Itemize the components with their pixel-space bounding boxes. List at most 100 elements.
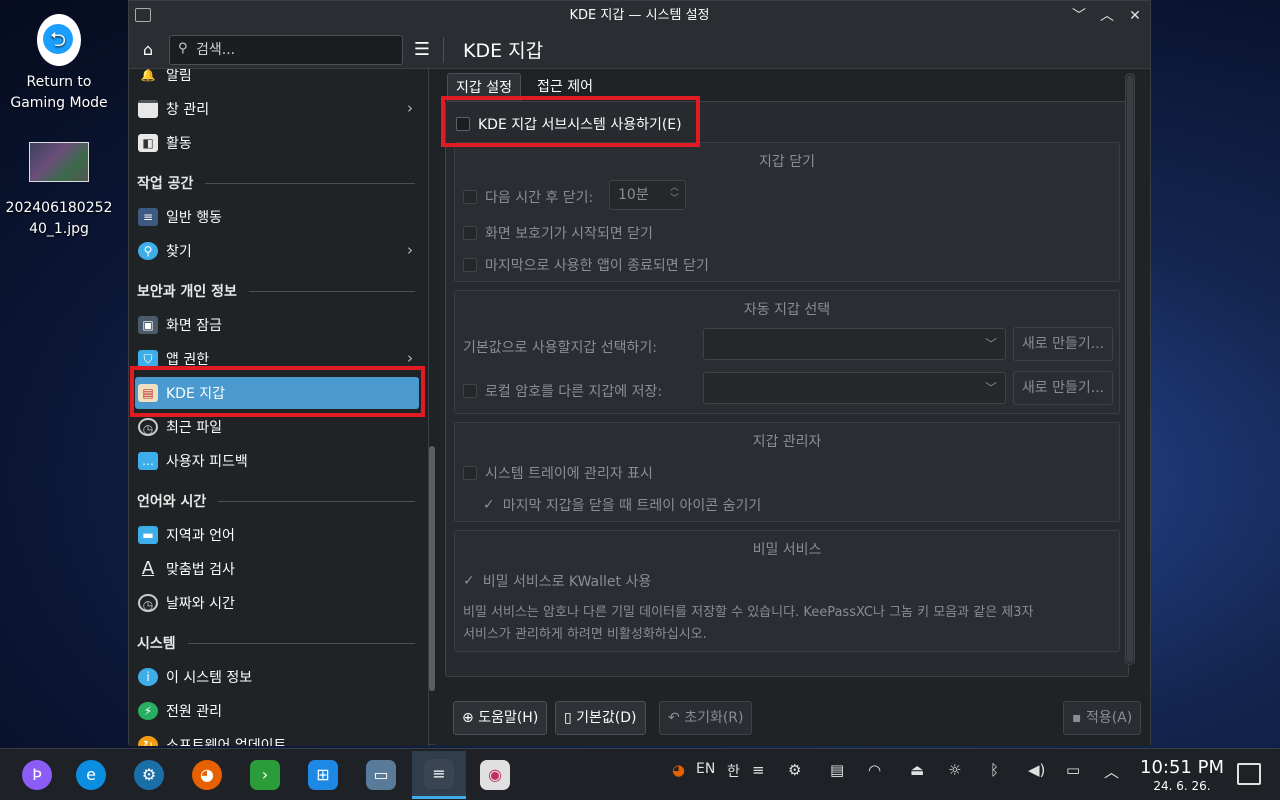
close-on-last-app-checkbox[interactable]: 마지막으로 사용한 앱이 종료되면 닫기 <box>463 255 709 275</box>
taskbar-steam[interactable]: ⚙ <box>124 751 174 799</box>
local-wallet-combo[interactable]: ﹀ <box>703 372 1006 404</box>
checkbox[interactable] <box>463 226 477 240</box>
button-label: 초기화(R) <box>684 710 744 726</box>
sidebar-item-label: 최근 파일 <box>166 420 222 436</box>
secret-service-desc-2: 서비스가 관리하게 하려면 비활성화하십시오. <box>463 627 707 642</box>
taskbar-discover[interactable]: ⊞ <box>298 751 348 799</box>
sidebar-item-label: 찾기 <box>166 244 192 260</box>
new-local-wallet-button[interactable]: 새로 만들기... <box>1013 371 1113 405</box>
lock-screen-icon: ▣ <box>138 316 158 334</box>
hamburger-menu-icon[interactable]: ☰ <box>411 39 433 61</box>
close-after-time-checkbox[interactable]: 다음 시간 후 닫기: <box>463 187 593 207</box>
tray-expand-icon[interactable]: ︿ <box>1104 761 1119 782</box>
button-label: 적용(A) <box>1085 710 1133 726</box>
checkmark-icon: ✓ <box>483 497 495 513</box>
defaults-button[interactable]: ▯ 기본값(D) <box>555 701 646 735</box>
speech-bubble-icon: ▬ <box>138 526 158 544</box>
sidebar-item-label: 창 관리 <box>166 102 210 118</box>
brightness-icon[interactable]: ☼ <box>948 761 961 779</box>
close-on-screensaver-checkbox[interactable]: 화면 보호기가 시작되면 닫기 <box>463 223 653 243</box>
sidebar-header: ⌂ ⚲ <box>129 31 419 69</box>
button-label: 기본값(D) <box>576 710 637 726</box>
group-secret-service: 비밀 서비스 ✓ 비밀 서비스로 KWallet 사용 비밀 서비스는 암호나 … <box>454 530 1120 652</box>
checkbox[interactable] <box>463 258 477 272</box>
sidebar-item-user-feedback[interactable]: … 사용자 피드백 <box>135 445 419 477</box>
hide-tray-checkbox[interactable]: ✓ 마지막 지갑을 닫을 때 트레이 아이콘 숨기기 <box>483 495 761 515</box>
local-wallet-checkbox[interactable]: 로컬 암호를 다른 지갑에 저장: <box>463 381 662 401</box>
taskbar-system-settings[interactable]: ≡ <box>412 751 466 799</box>
checkbox[interactable] <box>463 466 477 480</box>
main-scrollbar[interactable] <box>1125 73 1135 665</box>
terminal-icon: › <box>250 760 280 790</box>
show-tray-checkbox[interactable]: 시스템 트레이에 관리자 표시 <box>463 463 653 483</box>
chevron-down-icon: ﹀ <box>984 337 997 351</box>
close-time-spinbox[interactable]: 10분 ︿ ﹀ <box>609 180 686 210</box>
maximize-button[interactable]: ︿ <box>1098 1 1116 31</box>
clock-time: 10:51 PM <box>1140 757 1224 778</box>
spin-arrows-icon[interactable]: ︿ ﹀ <box>670 183 679 205</box>
wifi-icon[interactable]: ◠ <box>868 761 881 779</box>
taskbar-terminal[interactable]: › <box>240 751 290 799</box>
taskbar-files[interactable]: ▭ <box>356 751 406 799</box>
taskbar-firefox[interactable]: ◕ <box>182 751 232 799</box>
chevron-down-icon: ﹀ <box>984 381 997 395</box>
window-title: KDE 지갑 — 시스템 설정 <box>569 8 710 23</box>
update-icon: ↻ <box>138 736 158 746</box>
tab-panel: KDE 지갑 서브시스템 사용하기(E) 지갑 닫기 다음 시간 후 닫기: 1… <box>445 101 1129 677</box>
sidebar-item-date-time[interactable]: ◷ 날짜와 시간 <box>135 587 419 619</box>
color-picker-icon[interactable]: ◕ <box>672 761 685 779</box>
search-input[interactable] <box>196 39 396 61</box>
clock-date: 24. 6. 26. <box>1153 779 1211 793</box>
sidebar-item-label: 일반 행동 <box>166 210 222 226</box>
show-desktop-button[interactable] <box>1237 763 1261 785</box>
general-behavior-icon: ≡ <box>138 208 158 226</box>
keyboard-layout[interactable]: EN <box>696 761 715 777</box>
checkbox-label: 로컬 암호를 다른 지갑에 저장: <box>485 384 663 400</box>
taskbar-edge[interactable]: e <box>66 751 116 799</box>
power-icon: ⚡ <box>138 702 158 720</box>
app-launcher[interactable]: Ϸ <box>12 751 62 799</box>
home-icon[interactable]: ⌂ <box>137 39 159 61</box>
sidebar-item-notifications[interactable]: 🔔 알림 <box>135 69 419 91</box>
sidebar-item-general-behavior[interactable]: ≡ 일반 행동 <box>135 201 419 233</box>
section-workspace: 작업 공간 <box>137 171 415 195</box>
settings-tray-icon[interactable]: ≡ <box>752 761 765 779</box>
sidebar-item-about-system[interactable]: i 이 시스템 정보 <box>135 661 419 693</box>
checkbox-label: 비밀 서비스로 KWallet 사용 <box>482 574 652 590</box>
minimize-button[interactable]: ﹀ <box>1070 1 1088 31</box>
default-wallet-combo[interactable]: ﹀ <box>703 328 1006 360</box>
bluetooth-icon[interactable]: ᛒ <box>990 761 999 779</box>
usb-icon[interactable]: ⏏ <box>910 761 924 779</box>
sidebar-item-search[interactable]: ⚲ 찾기 › <box>135 235 419 267</box>
input-method[interactable]: 한 <box>727 761 740 781</box>
desktop-icon-image-file[interactable]: 202406180252 40_1.jpg <box>0 142 118 240</box>
sidebar-item-software-update[interactable]: ↻ 소프트웨어 업데이트 <box>135 729 419 746</box>
page-title: KDE 지갑 <box>463 40 544 62</box>
apply-button[interactable]: ▪ 적용(A) <box>1063 701 1142 735</box>
close-button[interactable]: ✕ <box>1126 1 1144 31</box>
sidebar-item-region-language[interactable]: ▬ 지역과 언어 <box>135 519 419 551</box>
reset-button[interactable]: ↶ 초기화(R) <box>659 701 753 735</box>
clipboard-icon[interactable]: ▤ <box>830 761 844 779</box>
sidebar-item-power-management[interactable]: ⚡ 전원 관리 <box>135 695 419 727</box>
taskbar-screenshot[interactable]: ◉ <box>470 751 520 799</box>
title-bar[interactable]: KDE 지갑 — 시스템 설정 ﹀ ︿ ✕ <box>129 1 1150 31</box>
clock[interactable]: 10:51 PM 24. 6. 26. <box>1140 757 1224 793</box>
checkbox[interactable] <box>463 384 477 398</box>
use-kwallet-checkbox[interactable]: ✓ 비밀 서비스로 KWallet 사용 <box>463 571 651 591</box>
desktop-icon-return-gaming[interactable]: ⮌ Return to Gaming Mode <box>0 14 118 114</box>
sidebar-item-activities[interactable]: ◧ 활동 <box>135 127 419 159</box>
search-field[interactable]: ⚲ <box>169 35 403 65</box>
sidebar-item-window-management[interactable]: 창 관리 › <box>135 93 419 125</box>
steam-tray-icon[interactable]: ⚙ <box>788 761 801 779</box>
new-default-wallet-button[interactable]: 새로 만들기... <box>1013 327 1113 361</box>
battery-icon[interactable]: ▭ <box>1066 761 1080 779</box>
checkbox[interactable] <box>463 190 477 204</box>
volume-icon[interactable]: ◀) <box>1028 761 1045 779</box>
section-system: 시스템 <box>137 631 415 655</box>
help-button[interactable]: ⊕ 도움말(H) <box>453 701 548 735</box>
app-menu-icon[interactable] <box>135 8 151 22</box>
clock-icon: ◷ <box>138 418 158 436</box>
sidebar-item-spell-check[interactable]: A 맞춤법 검사 <box>135 553 419 585</box>
sidebar-item-screen-locking[interactable]: ▣ 화면 잠금 <box>135 309 419 341</box>
